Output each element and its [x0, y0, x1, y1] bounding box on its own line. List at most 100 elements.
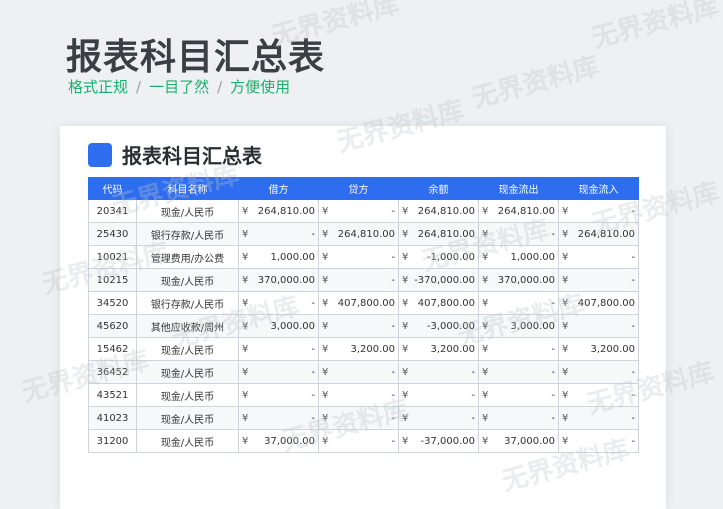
cell-amount[interactable]: ¥ -1,000.00: [398, 245, 479, 269]
cell-account-name[interactable]: 现金/人民币: [136, 337, 239, 361]
cell-account-name[interactable]: 管理费用/办公费: [136, 245, 239, 269]
cell-account-name[interactable]: 银行存款/人民币: [136, 291, 239, 315]
cell-code[interactable]: 10215: [88, 268, 137, 292]
cell-account-name[interactable]: 现金/人民币: [136, 406, 239, 430]
cell-amount[interactable]: ¥1,000.00: [238, 245, 319, 269]
cell-code[interactable]: 43521: [88, 383, 137, 407]
cell-amount[interactable]: ¥ -: [318, 268, 399, 292]
cell-amount[interactable]: ¥ -: [478, 406, 559, 430]
cell-code[interactable]: 41023: [88, 406, 137, 430]
table-row: 41023 现金/人民币 ¥ - ¥ - ¥ - ¥ - ¥ -: [88, 406, 639, 430]
cell-amount[interactable]: ¥3,200.00: [398, 337, 479, 361]
cell-amount[interactable]: ¥ -: [238, 383, 319, 407]
watermark-text: 无界资料库: [468, 51, 603, 115]
cell-amount[interactable]: ¥3,000.00: [478, 314, 559, 338]
amount-value: -: [391, 412, 395, 424]
cell-code[interactable]: 45620: [88, 314, 137, 338]
cell-amount[interactable]: ¥37,000.00: [238, 429, 319, 453]
cell-amount[interactable]: ¥ -: [558, 383, 639, 407]
cell-amount[interactable]: ¥264,810.00: [558, 222, 639, 246]
cell-amount[interactable]: ¥37,000.00: [478, 429, 559, 453]
cell-code[interactable]: 36452: [88, 360, 137, 384]
cell-amount[interactable]: ¥ -37,000.00: [398, 429, 479, 453]
cell-code[interactable]: 25430: [88, 222, 137, 246]
cell-amount[interactable]: ¥ -: [318, 314, 399, 338]
cell-amount[interactable]: ¥ -: [318, 245, 399, 269]
cell-amount[interactable]: ¥ -: [478, 383, 559, 407]
cell-amount[interactable]: ¥ -: [558, 429, 639, 453]
cell-amount[interactable]: ¥ -: [318, 429, 399, 453]
column-header-account-name[interactable]: 科目名称: [136, 177, 239, 200]
cell-amount[interactable]: ¥ -: [478, 291, 559, 315]
column-header-cash-inflow[interactable]: 现金流入: [558, 177, 639, 200]
cell-amount[interactable]: ¥ -: [478, 360, 559, 384]
column-header-cash-outflow[interactable]: 现金流出: [478, 177, 559, 200]
cell-amount[interactable]: ¥ -: [558, 268, 639, 292]
cell-account-name[interactable]: 银行存款/人民币: [136, 222, 239, 246]
cell-amount[interactable]: ¥ -: [318, 199, 399, 223]
cell-account-name[interactable]: 其他应收款/周州: [136, 314, 239, 338]
amount-value: -: [631, 435, 635, 447]
cell-amount[interactable]: ¥ -: [398, 383, 479, 407]
cell-amount[interactable]: ¥407,800.00: [558, 291, 639, 315]
cell-amount[interactable]: ¥264,810.00: [398, 199, 479, 223]
table-row: 45620 其他应收款/周州 ¥3,000.00 ¥ - ¥ -3,000.00 ¥3,000…: [88, 314, 639, 338]
cell-amount[interactable]: ¥264,810.00: [398, 222, 479, 246]
cell-amount[interactable]: ¥ -: [398, 406, 479, 430]
cell-amount[interactable]: ¥ -: [558, 199, 639, 223]
column-header-credit[interactable]: 贷方: [318, 177, 399, 200]
cell-code[interactable]: 15462: [88, 337, 137, 361]
cell-account-name[interactable]: 现金/人民币: [136, 268, 239, 292]
currency-symbol: ¥: [242, 343, 249, 355]
cell-amount[interactable]: ¥264,810.00: [478, 199, 559, 223]
cell-amount[interactable]: ¥ -3,000.00: [398, 314, 479, 338]
cell-amount[interactable]: ¥ -: [238, 360, 319, 384]
column-header-balance[interactable]: 余额: [398, 177, 479, 200]
cell-amount[interactable]: ¥3,200.00: [318, 337, 399, 361]
cell-amount[interactable]: ¥ -: [238, 291, 319, 315]
cell-amount[interactable]: ¥ -: [238, 222, 319, 246]
cell-code[interactable]: 10021: [88, 245, 137, 269]
cell-amount[interactable]: ¥370,000.00: [478, 268, 559, 292]
cell-amount[interactable]: ¥ -: [478, 337, 559, 361]
amount-value: 264,810.00: [497, 205, 555, 217]
amount-value: 370,000.00: [257, 274, 315, 286]
cell-amount[interactable]: ¥ -: [318, 383, 399, 407]
currency-symbol: ¥: [562, 366, 569, 378]
cell-amount[interactable]: ¥ -: [558, 314, 639, 338]
column-header-debit[interactable]: 借方: [238, 177, 319, 200]
cell-amount[interactable]: ¥264,810.00: [238, 199, 319, 223]
cell-amount[interactable]: ¥ -: [238, 406, 319, 430]
cell-amount[interactable]: ¥ -: [558, 406, 639, 430]
cell-account-name[interactable]: 现金/人民币: [136, 383, 239, 407]
currency-symbol: ¥: [482, 343, 489, 355]
cell-account-name[interactable]: 现金/人民币: [136, 429, 239, 453]
cell-code[interactable]: 34520: [88, 291, 137, 315]
cell-amount[interactable]: ¥407,800.00: [318, 291, 399, 315]
cell-code[interactable]: 20341: [88, 199, 137, 223]
cell-amount[interactable]: ¥407,800.00: [398, 291, 479, 315]
cell-amount[interactable]: ¥ -: [318, 360, 399, 384]
cell-amount[interactable]: ¥3,000.00: [238, 314, 319, 338]
amount-value: -: [551, 412, 555, 424]
tagline: 格式正规 / 一目了然 / 方便使用: [68, 76, 290, 97]
currency-symbol: ¥: [242, 366, 249, 378]
cell-amount[interactable]: ¥ -: [558, 360, 639, 384]
cell-amount[interactable]: ¥1,000.00: [478, 245, 559, 269]
cell-account-name[interactable]: 现金/人民币: [136, 199, 239, 223]
column-header-code[interactable]: 代码: [88, 177, 137, 200]
cell-amount[interactable]: ¥ -: [318, 406, 399, 430]
currency-symbol: ¥: [402, 205, 409, 217]
cell-amount[interactable]: ¥ -: [558, 245, 639, 269]
cell-amount[interactable]: ¥264,810.00: [318, 222, 399, 246]
cell-account-name[interactable]: 现金/人民币: [136, 360, 239, 384]
cell-amount[interactable]: ¥3,200.00: [558, 337, 639, 361]
cell-amount[interactable]: ¥370,000.00: [238, 268, 319, 292]
cell-amount[interactable]: ¥ -370,000.00: [398, 268, 479, 292]
cell-amount[interactable]: ¥ -: [478, 222, 559, 246]
currency-symbol: ¥: [482, 274, 489, 286]
cell-code[interactable]: 31200: [88, 429, 137, 453]
cell-amount[interactable]: ¥ -: [238, 337, 319, 361]
amount-value: -: [551, 343, 555, 355]
cell-amount[interactable]: ¥ -: [398, 360, 479, 384]
